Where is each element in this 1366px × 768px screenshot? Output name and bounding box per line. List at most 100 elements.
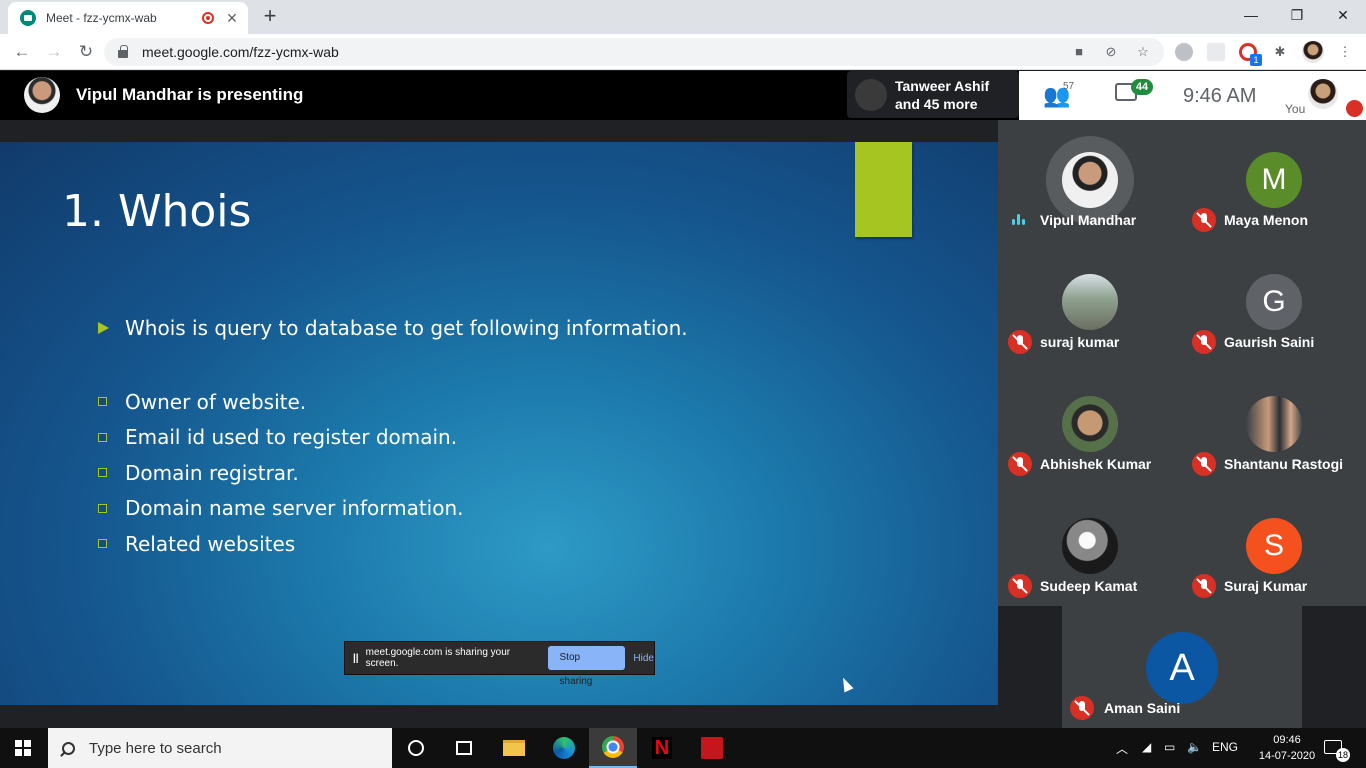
mic-off-icon (1070, 696, 1094, 720)
participant-tile[interactable]: suraj kumar (998, 242, 1182, 364)
new-tab-button[interactable]: + (258, 4, 282, 28)
participant-name: Abhishek Kumar (1040, 456, 1152, 472)
pinned-name: Tanweer Ashif (895, 78, 990, 94)
extension-badge: 1 (1250, 54, 1262, 66)
pinned-more: and 45 more (895, 96, 978, 112)
stop-sharing-button[interactable]: Stop sharing (547, 646, 626, 687)
list-item: Email id used to register domain. (98, 420, 464, 456)
browser-toolbar: ← → ↻ meet.google.com/fzz-ycmx-wab ■ ⊘ ☆… (0, 34, 1366, 70)
window-maximize-button[interactable]: ❐ (1274, 0, 1320, 30)
camera-icon[interactable]: ■ (1070, 43, 1088, 61)
tracking-blocked-icon[interactable]: ⊘ (1102, 43, 1120, 61)
meet-controls: 👥 57 44 9:46 AM You (1019, 71, 1366, 120)
extensions-puzzle-icon[interactable]: ✱ (1271, 43, 1289, 61)
people-count: 57 (1063, 81, 1075, 92)
wifi-icon[interactable]: ◢ (1142, 740, 1151, 754)
list-item: Domain name server information. (98, 491, 464, 527)
square-bullet-icon (98, 432, 107, 442)
participant-tile[interactable]: Vipul Mandhar (998, 120, 1182, 242)
square-bullet-icon (98, 468, 107, 478)
list-item: Domain registrar. (98, 455, 464, 491)
bookmark-star-icon[interactable]: ☆ (1134, 43, 1152, 61)
speaking-indicator-icon (1012, 214, 1028, 226)
menu-kebab-icon[interactable]: ⋮ (1336, 43, 1354, 61)
profile-avatar[interactable] (1302, 41, 1324, 63)
windows-taskbar: Type here to search N ︿ ◢ ▭ 🔈 ENG 09:46 … (0, 728, 1366, 768)
square-bullet-icon (98, 539, 107, 549)
mic-off-icon (1008, 452, 1032, 476)
task-view-icon[interactable] (440, 728, 488, 768)
cortana-icon[interactable] (392, 728, 440, 768)
avatar (1062, 274, 1118, 330)
search-placeholder: Type here to search (89, 739, 222, 757)
avatar: S (1246, 518, 1302, 574)
avatar: M (1246, 152, 1302, 208)
share-notice-text: meet.google.com is sharing your screen. (365, 647, 511, 669)
chrome-icon[interactable] (589, 728, 637, 768)
back-arrow-icon[interactable]: ← (10, 40, 34, 64)
windows-start-icon[interactable] (15, 740, 31, 756)
avatar (1062, 152, 1118, 208)
participant-name: Suraj Kumar (1224, 578, 1308, 594)
taskbar-clock[interactable]: 09:46 14-07-2020 (1252, 732, 1322, 764)
netflix-icon[interactable]: N (638, 728, 686, 768)
slide-accent-bar (855, 142, 912, 237)
meeting-clock: 9:46 AM (1183, 85, 1257, 107)
square-bullet-icon (98, 397, 107, 407)
window-close-button[interactable]: ✕ (1320, 0, 1366, 30)
tray-chevron-icon[interactable]: ︿ (1116, 740, 1128, 757)
square-bullet-icon (98, 503, 107, 513)
taskbar-search-box[interactable]: Type here to search (48, 728, 392, 768)
avatar: G (1246, 274, 1302, 330)
slide-title: 1. Whois (62, 186, 252, 237)
presenter-avatar (24, 77, 60, 113)
self-mic-off-icon (1346, 100, 1363, 117)
participant-grid: Vipul Mandhar M Maya Menon suraj kumar G… (998, 120, 1366, 606)
participant-tile[interactable]: Sudeep Kamat (998, 486, 1182, 608)
extension-compass-icon[interactable] (1175, 43, 1193, 61)
participant-tile[interactable]: M Maya Menon (1182, 120, 1366, 242)
participant-name: Aman Saini (1104, 700, 1181, 716)
pinned-participants-tile[interactable]: Tanweer Ashif and 45 more (847, 71, 1019, 118)
participant-tile[interactable]: S Suraj Kumar (1182, 486, 1366, 608)
participant-tile[interactable]: Abhishek Kumar (998, 364, 1182, 486)
acrobat-reader-icon[interactable] (688, 728, 736, 768)
participant-tile[interactable]: A Aman Saini (1062, 606, 1302, 728)
list-item: Related websites (98, 526, 464, 562)
chat-count-badge: 44 (1131, 79, 1153, 95)
avatar (1246, 396, 1302, 452)
meet-favicon-icon (20, 10, 36, 26)
triangle-bullet-icon (98, 322, 109, 334)
you-label: You (1285, 102, 1306, 116)
volume-icon[interactable]: 🔈 (1187, 740, 1202, 754)
address-bar[interactable]: meet.google.com/fzz-ycmx-wab (104, 38, 1164, 66)
slide-main-bullet: Whois is query to database to get follow… (98, 316, 688, 340)
window-minimize-button[interactable]: — (1228, 0, 1274, 30)
file-explorer-icon[interactable] (490, 728, 538, 768)
hide-button[interactable]: Hide (633, 653, 654, 664)
participant-name: Sudeep Kamat (1040, 578, 1138, 594)
reload-icon[interactable]: ↻ (74, 40, 98, 64)
participant-tile[interactable]: Shantanu Rastogi (1182, 364, 1366, 486)
browser-tab-meet[interactable]: Meet - fzz-ycmx-wab ✕ (8, 2, 248, 34)
participant-name: Gaurish Saini (1224, 334, 1315, 350)
participant-name: suraj kumar (1040, 334, 1120, 350)
taskbar-date: 14-07-2020 (1258, 750, 1316, 762)
tab-close-button[interactable]: ✕ (224, 10, 240, 27)
main-bullet-text: Whois is query to database to get follow… (125, 316, 688, 340)
avatar (1062, 396, 1118, 452)
extension-grid-icon[interactable] (1207, 43, 1225, 61)
list-item: Owner of website. (98, 384, 464, 420)
forward-arrow-icon[interactable]: → (42, 40, 66, 64)
mic-off-icon (1192, 208, 1216, 232)
mic-off-icon (1008, 574, 1032, 598)
battery-icon[interactable]: ▭ (1164, 740, 1175, 754)
participant-tile[interactable]: G Gaurish Saini (1182, 242, 1366, 364)
self-view-avatar[interactable] (1308, 79, 1338, 109)
recording-indicator-icon (202, 12, 214, 24)
language-indicator[interactable]: ENG (1212, 740, 1238, 754)
edge-browser-icon[interactable] (540, 728, 588, 768)
mic-off-icon (1192, 330, 1216, 354)
tab-title: Meet - fzz-ycmx-wab (46, 11, 157, 25)
mic-off-icon (1192, 452, 1216, 476)
